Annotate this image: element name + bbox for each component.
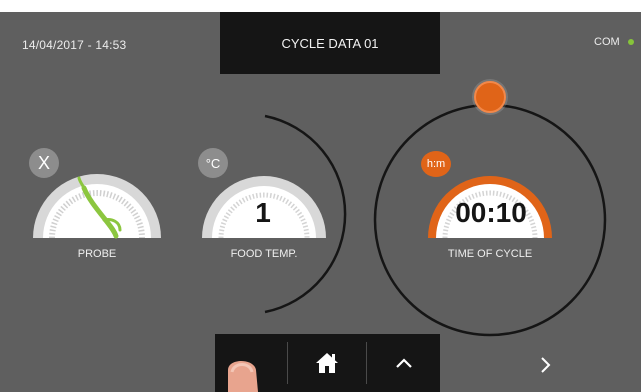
time-of-cycle-value[interactable]: 00:10 [436, 197, 546, 229]
food-temp-label: FOOD TEMP. [230, 248, 298, 260]
cycle-knob-handle [474, 81, 506, 113]
finger-image [228, 361, 258, 392]
home-button[interactable] [288, 334, 366, 392]
home-icon [316, 353, 338, 373]
probe-gauge[interactable] [33, 174, 161, 239]
scroll-up-button[interactable] [367, 334, 440, 392]
control-panel-screen: 14/04/2017 - 14:53 CYCLE DATA 01 COM X °… [0, 12, 641, 392]
chevron-right-icon [541, 357, 551, 373]
celsius-icon: °C [198, 148, 228, 178]
chevron-up-icon [395, 358, 412, 368]
probe-x-icon[interactable]: X [29, 148, 59, 178]
time-of-cycle-label: TIME OF CYCLE [447, 248, 533, 260]
probe-label: PROBE [77, 248, 117, 260]
next-page-button[interactable] [530, 350, 560, 380]
hours-minutes-icon: h:m [421, 151, 451, 177]
food-temp-value[interactable]: 1 [238, 197, 288, 229]
